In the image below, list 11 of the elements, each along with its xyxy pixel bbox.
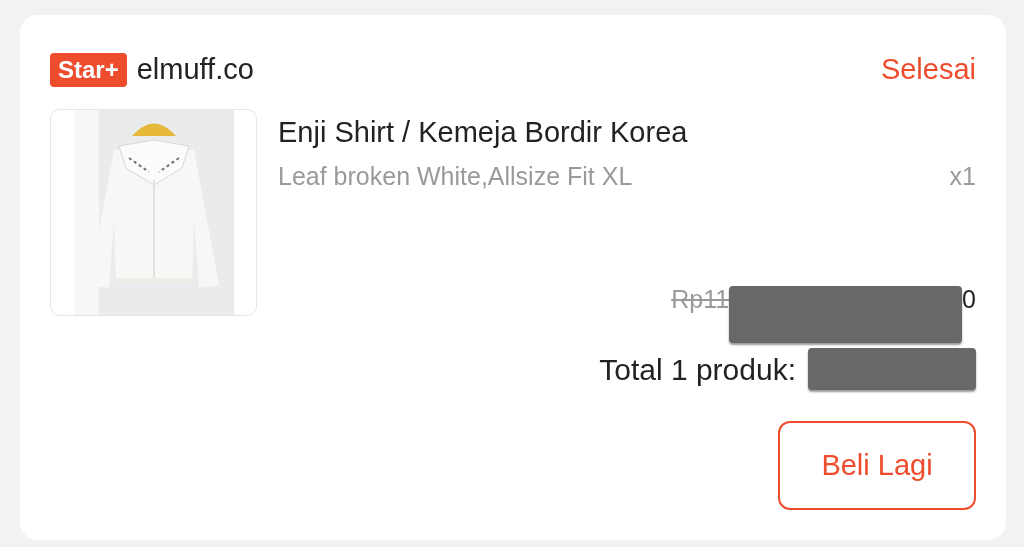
product-title[interactable]: Enji Shirt / Kemeja Bordir Korea <box>278 110 976 154</box>
buy-again-button[interactable]: Beli Lagi <box>778 421 976 510</box>
total-label: Total 1 produk: <box>599 351 796 388</box>
original-price: Rp11 <box>671 284 730 316</box>
shop-badge: Star+ <box>50 52 127 87</box>
original-price: 0 <box>962 284 976 316</box>
shop-name[interactable]: elmuff.co <box>136 48 254 92</box>
product-thumbnail[interactable] <box>50 108 257 316</box>
order-status: Selesai <box>880 52 976 87</box>
product-quantity: x1 <box>949 161 976 192</box>
product-variant: Leaf broken White,Allsize Fit XL <box>278 161 633 192</box>
